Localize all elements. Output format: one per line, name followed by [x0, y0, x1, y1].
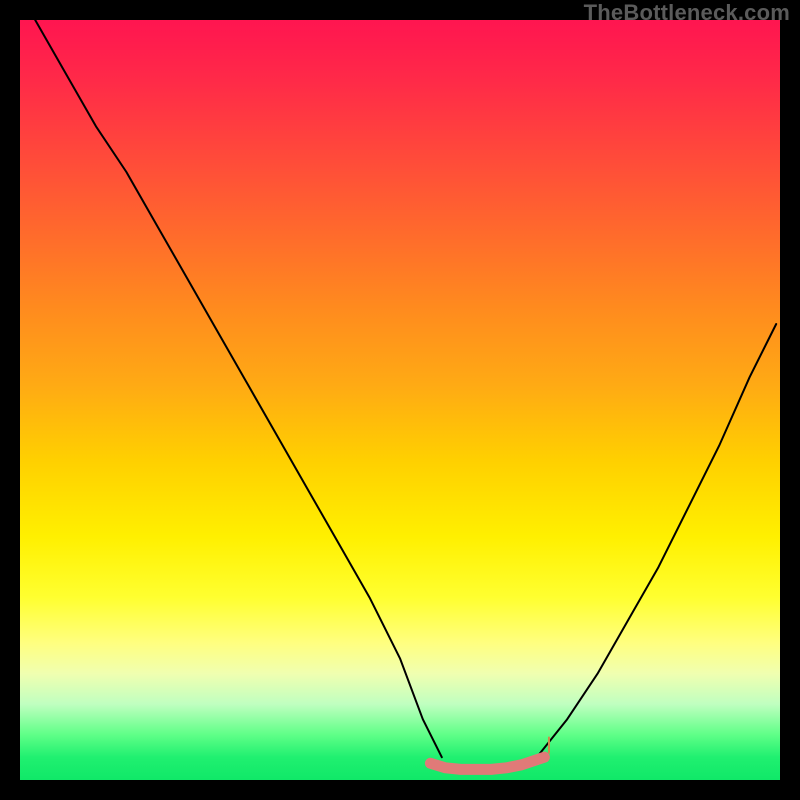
watermark-text: TheBottleneck.com: [584, 0, 790, 26]
series-right-curve: [537, 324, 776, 757]
chart-container: TheBottleneck.com: [0, 0, 800, 800]
plot-area: [20, 20, 780, 780]
series-left-curve: [35, 20, 442, 757]
series-trough-band: [430, 757, 544, 769]
chart-svg: [20, 20, 780, 780]
